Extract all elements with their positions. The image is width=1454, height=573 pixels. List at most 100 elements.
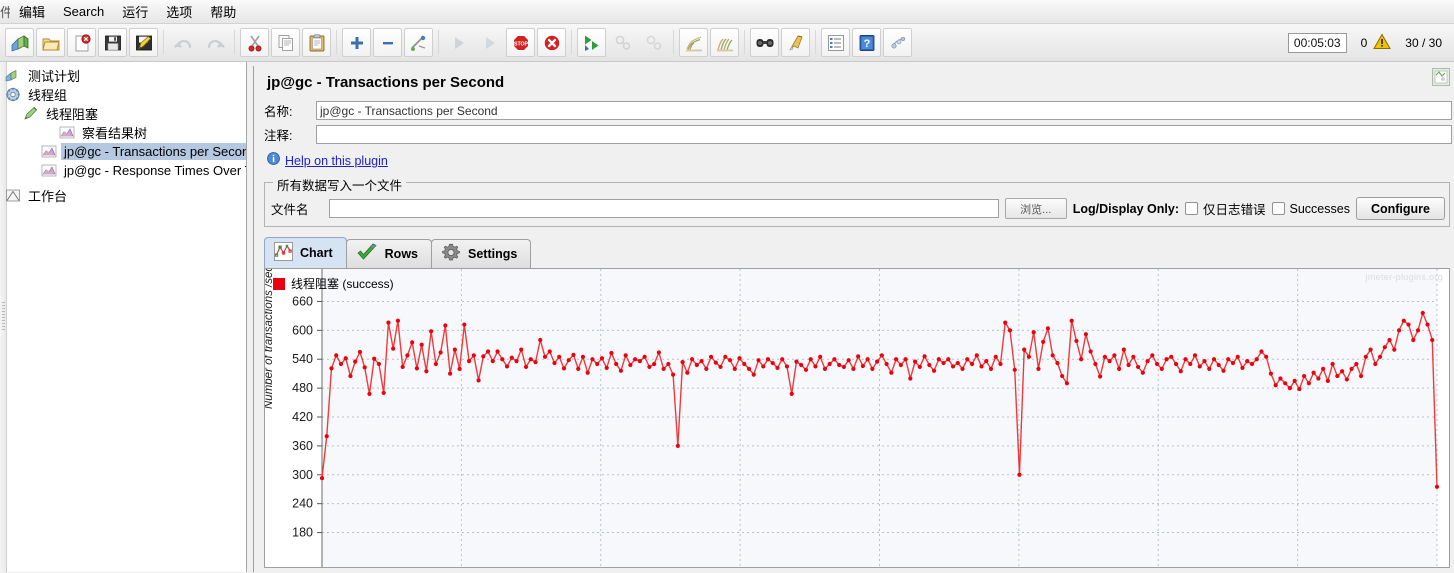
toolbar-separator bbox=[740, 29, 749, 56]
toolbar-status-area: 00:05:03 0 30 / 30 bbox=[1287, 24, 1448, 62]
chart-canvas: 660 600 540 480 420 360 300 240 180 bbox=[292, 269, 1440, 567]
tree-node-label: 工作台 bbox=[28, 189, 68, 204]
stop-remote-all-icon[interactable] bbox=[608, 28, 637, 57]
elapsed-time-field: 00:05:03 bbox=[1287, 33, 1347, 53]
menu-item-options[interactable]: 选项 bbox=[157, 0, 201, 23]
expand-all-icon[interactable] bbox=[342, 28, 371, 57]
tree-node-view-results-tree[interactable]: 察看结果树 bbox=[0, 123, 246, 142]
name-row: 名称: bbox=[264, 100, 1452, 121]
tab-chart[interactable]: Chart bbox=[264, 237, 347, 268]
shutdown-icon[interactable] bbox=[537, 28, 566, 57]
clear-icon[interactable] bbox=[679, 28, 708, 57]
tree-node-test-plan[interactable]: 测试计划 bbox=[0, 66, 246, 85]
menu-item-help[interactable]: 帮助 bbox=[201, 0, 245, 23]
write-all-data-group: 所有数据写入一个文件 文件名 浏览... Log/Display Only: 仅… bbox=[264, 175, 1450, 227]
svg-text:300: 300 bbox=[292, 468, 313, 482]
info-icon bbox=[267, 152, 280, 170]
filename-input[interactable] bbox=[329, 199, 999, 218]
tree-node-label: jp@gc - Response Times Over Tim bbox=[64, 163, 247, 178]
listener-icon bbox=[58, 124, 76, 141]
new-test-plan-icon[interactable] bbox=[5, 28, 34, 57]
close-icon[interactable] bbox=[67, 28, 96, 57]
copy-icon[interactable] bbox=[271, 28, 300, 57]
chart-icon bbox=[274, 242, 293, 264]
tree-node-thread-group[interactable]: 线程组 bbox=[0, 85, 246, 104]
menu-item-run[interactable]: 运行 bbox=[113, 0, 157, 23]
clear-all-icon[interactable] bbox=[710, 28, 739, 57]
maximize-chart-icon[interactable] bbox=[1432, 68, 1450, 91]
errors-only-checkbox-wrap[interactable]: 仅日志错误 bbox=[1185, 199, 1266, 218]
main-split: 测试计划 线程组 线程阻塞 察看结果树 jp@gc - Transactions… bbox=[0, 62, 1454, 572]
name-input[interactable] bbox=[316, 101, 1452, 120]
jmeter-window: 件 编辑 Search 运行 选项 帮助 STOP ? 00:05:03 0 3… bbox=[0, 0, 1454, 573]
stop-icon[interactable]: STOP bbox=[506, 28, 535, 57]
filename-label: 文件名 bbox=[271, 203, 309, 217]
filename-row: 文件名 浏览... Log/Display Only: 仅日志错误 Succes… bbox=[271, 197, 1445, 220]
toolbar-separator bbox=[811, 29, 820, 56]
start-remote-all-icon[interactable] bbox=[577, 28, 606, 57]
start-icon[interactable] bbox=[444, 28, 473, 57]
tree-node-response-times-over-time[interactable]: jp@gc - Response Times Over Tim bbox=[0, 161, 246, 180]
open-icon[interactable] bbox=[36, 28, 65, 57]
tree-node-workbench[interactable]: 工作台 bbox=[0, 186, 246, 205]
legend-swatch bbox=[273, 277, 285, 290]
paste-icon[interactable] bbox=[302, 28, 331, 57]
svg-text:STOP: STOP bbox=[513, 41, 528, 47]
undo-icon[interactable] bbox=[169, 28, 198, 57]
svg-text:540: 540 bbox=[292, 352, 313, 366]
comment-label: 注释: bbox=[264, 129, 293, 143]
tree-node-label: 察看结果树 bbox=[82, 126, 148, 141]
tab-rows[interactable]: Rows bbox=[345, 239, 432, 268]
help-on-this-plugin-link[interactable]: Help on this plugin bbox=[285, 154, 388, 168]
chart-pane[interactable]: 线程阻塞 (success) jmeter-plugins.org Number… bbox=[264, 268, 1450, 568]
menu-item-file[interactable]: 件 bbox=[0, 0, 10, 23]
templates-icon[interactable] bbox=[883, 28, 912, 57]
svg-text:?: ? bbox=[863, 38, 870, 50]
help-icon[interactable]: ? bbox=[852, 28, 881, 57]
function-helper-icon[interactable] bbox=[821, 28, 850, 57]
successes-checkbox-wrap[interactable]: Successes bbox=[1271, 202, 1350, 216]
tree-node-label: jp@gc - Transactions per Second bbox=[61, 143, 246, 160]
tree-node-sampler[interactable]: 线程阻塞 bbox=[0, 104, 246, 123]
group-title: 所有数据写入一个文件 bbox=[273, 175, 407, 194]
chart-watermark: jmeter-plugins.org bbox=[1365, 272, 1443, 282]
svg-text:180: 180 bbox=[292, 526, 313, 540]
tree-node-transactions-per-second[interactable]: jp@gc - Transactions per Second bbox=[0, 142, 246, 161]
save-as-icon[interactable] bbox=[129, 28, 158, 57]
toggle-icon[interactable] bbox=[404, 28, 433, 57]
page-title: jp@gc - Transactions per Second bbox=[267, 74, 505, 91]
toolbar-separator bbox=[332, 29, 341, 56]
help-row: Help on this plugin bbox=[264, 148, 1452, 170]
test-plan-tree[interactable]: 测试计划 线程组 线程阻塞 察看结果树 jp@gc - Transactions… bbox=[0, 62, 247, 572]
sampler-icon bbox=[22, 105, 40, 122]
search-icon[interactable] bbox=[750, 28, 779, 57]
error-counter[interactable]: 0 bbox=[1361, 33, 1392, 53]
redo-icon[interactable] bbox=[200, 28, 229, 57]
errors-only-label: 仅日志错误 bbox=[1203, 203, 1266, 217]
check-icon bbox=[356, 243, 378, 265]
tab-label: Chart bbox=[300, 246, 333, 260]
cut-icon[interactable] bbox=[240, 28, 269, 57]
listener-icon bbox=[40, 143, 58, 160]
configure-button[interactable]: Configure bbox=[1355, 197, 1445, 220]
svg-text:360: 360 bbox=[292, 439, 313, 453]
collapse-all-icon[interactable] bbox=[373, 28, 402, 57]
legend-label: 线程阻塞 (success) bbox=[291, 277, 394, 291]
tab-settings[interactable]: Settings bbox=[431, 239, 532, 268]
tree-node-label: 线程组 bbox=[28, 88, 68, 103]
errors-only-checkbox[interactable] bbox=[1185, 202, 1198, 215]
toolbar-separator bbox=[567, 29, 576, 56]
search-reset-icon[interactable] bbox=[781, 28, 810, 57]
listener-icon bbox=[40, 162, 58, 179]
successes-checkbox[interactable] bbox=[1271, 202, 1285, 215]
comment-input[interactable] bbox=[316, 125, 1452, 144]
save-icon[interactable] bbox=[98, 28, 127, 57]
browse-button[interactable]: 浏览... bbox=[1004, 198, 1067, 219]
toolbar-separator bbox=[159, 29, 168, 56]
test-plan-icon bbox=[4, 67, 22, 84]
menu-item-edit[interactable]: 编辑 bbox=[10, 0, 54, 23]
start-no-pause-icon[interactable] bbox=[475, 28, 504, 57]
error-count-label: 0 bbox=[1360, 36, 1368, 50]
menu-item-search[interactable]: Search bbox=[54, 2, 113, 21]
shutdown-remote-all-icon[interactable] bbox=[639, 28, 668, 57]
